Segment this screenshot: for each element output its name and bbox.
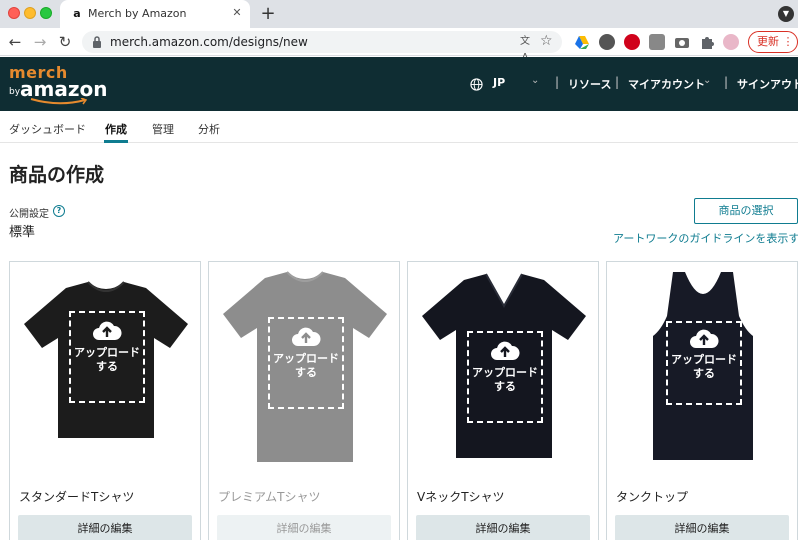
upload-line-1: アップロード <box>671 353 737 366</box>
product-card-tank-top: アップロード する タンクトップ 詳細の編集 <box>606 261 798 540</box>
upload-cloud-icon <box>491 341 520 360</box>
globe-icon[interactable] <box>470 78 483 91</box>
tab-create[interactable]: 作成 <box>105 121 127 137</box>
camera-icon[interactable] <box>674 34 690 50</box>
edit-details-button[interactable]: 詳細の編集 <box>416 515 590 540</box>
product-title: タンクトップ <box>616 490 689 504</box>
artwork-guidelines-link[interactable]: アートワークのガイドラインを表示する <box>613 230 798 246</box>
upload-dropzone[interactable]: アップロード する <box>69 311 145 403</box>
visibility-label: 公開設定 <box>9 209 49 220</box>
upload-dropzone[interactable]: アップロード する <box>666 321 742 405</box>
upload-line-2: する <box>295 366 317 379</box>
merch-by-amazon-logo[interactable]: merch by amazon <box>9 63 107 107</box>
upload-dropzone[interactable]: アップロード する <box>467 331 543 423</box>
upload-cloud-icon <box>690 329 719 348</box>
address-bar[interactable]: merch.amazon.com/designs/new 文A ☆ <box>82 31 562 63</box>
lock-icon <box>93 36 101 48</box>
new-tab-icon[interactable]: + <box>258 3 278 25</box>
upload-line-1: アップロード <box>472 366 538 379</box>
forward-arrow-icon[interactable]: → <box>30 32 50 52</box>
site-header: merch by amazon JP ⌄ | リソース | マイアカウント ⌄ … <box>0 57 798 111</box>
tab-manage[interactable]: 管理 <box>152 121 174 137</box>
my-account-link[interactable]: マイアカウント <box>628 76 705 92</box>
edit-details-button[interactable]: 詳細の編集 <box>18 515 192 540</box>
upload-cloud-icon <box>292 327 321 346</box>
header-separator: | <box>555 75 560 89</box>
tab-analyze[interactable]: 分析 <box>198 121 220 137</box>
page-title: 商品の作成 <box>9 164 105 186</box>
browser-tab[interactable]: a Merch by Amazon ✕ <box>60 0 250 28</box>
edit-details-button[interactable]: 詳細の編集 <box>217 515 391 540</box>
logo-by-text: by <box>9 87 21 97</box>
window-close-button[interactable] <box>8 7 20 19</box>
product-card-standard-tshirt: アップロード する スタンダードTシャツ 詳細の編集 <box>9 261 201 540</box>
edit-details-button[interactable]: 詳細の編集 <box>615 515 789 540</box>
upload-line-2: する <box>693 367 715 380</box>
profile-avatar[interactable] <box>723 34 739 50</box>
resources-link[interactable]: リソース <box>568 76 611 92</box>
header-separator: | <box>615 75 620 89</box>
sub-navigation: ダッシュボード 作成 管理 分析 <box>0 111 798 143</box>
upload-line-1: アップロード <box>74 346 140 359</box>
upload-line-2: する <box>96 360 118 373</box>
product-title: VネックTシャツ <box>417 490 505 504</box>
upload-text: アップロード する <box>469 366 541 394</box>
tab-title: Merch by Amazon <box>88 7 187 20</box>
star-icon[interactable]: ☆ <box>540 33 553 49</box>
update-label: 更新 <box>757 35 779 48</box>
upload-dropzone[interactable]: アップロード する <box>268 317 344 409</box>
browser-tab-bar: a Merch by Amazon ✕ + ▼ <box>0 0 798 28</box>
help-icon[interactable]: ? <box>53 205 65 217</box>
sign-out-link[interactable]: サインアウト <box>737 76 798 92</box>
extensions-puzzle-icon[interactable] <box>699 34 715 50</box>
close-tab-icon[interactable]: ✕ <box>230 6 244 20</box>
tab-search-icon[interactable]: ▼ <box>778 6 794 22</box>
amazon-favicon-icon: a <box>73 7 81 20</box>
region-selector[interactable]: JP <box>493 76 505 89</box>
product-title: プレミアムTシャツ <box>218 490 321 504</box>
visibility-value: 標準 <box>9 225 36 240</box>
upload-text: アップロード する <box>668 353 740 381</box>
extension-circle-icon[interactable] <box>599 34 615 50</box>
browser-update-button[interactable]: 更新 ⋮ <box>748 31 798 53</box>
window-zoom-button[interactable] <box>40 7 52 19</box>
region-chevron-down-icon[interactable]: ⌄ <box>531 75 539 86</box>
extension-gray-icon[interactable] <box>649 34 665 50</box>
url-text: merch.amazon.com/designs/new <box>110 35 308 49</box>
product-card-premium-tshirt: アップロード する プレミアムTシャツ 詳細の編集 <box>208 261 400 540</box>
active-tab-indicator <box>104 140 128 143</box>
reload-icon[interactable]: ↻ <box>55 32 75 52</box>
google-drive-icon[interactable] <box>574 34 590 50</box>
extension-red-icon[interactable] <box>624 34 640 50</box>
header-separator: | <box>724 75 729 89</box>
upload-text: アップロード する <box>71 346 143 374</box>
tab-dashboard[interactable]: ダッシュボード <box>9 121 86 137</box>
upload-line-2: する <box>494 380 516 393</box>
window-minimize-button[interactable] <box>24 7 36 19</box>
translate-icon[interactable]: 文A <box>517 34 533 63</box>
amazon-smile-icon <box>30 98 88 105</box>
product-card-vneck-tshirt: アップロード する VネックTシャツ 詳細の編集 <box>407 261 599 540</box>
back-arrow-icon[interactable]: ← <box>5 32 25 52</box>
upload-cloud-icon <box>93 321 122 340</box>
product-title: スタンダードTシャツ <box>19 490 135 504</box>
upload-text: アップロード する <box>270 352 342 380</box>
upload-line-1: アップロード <box>273 352 339 365</box>
select-products-button[interactable]: 商品の選択 <box>694 198 798 224</box>
account-chevron-down-icon[interactable]: ⌄ <box>703 75 711 86</box>
